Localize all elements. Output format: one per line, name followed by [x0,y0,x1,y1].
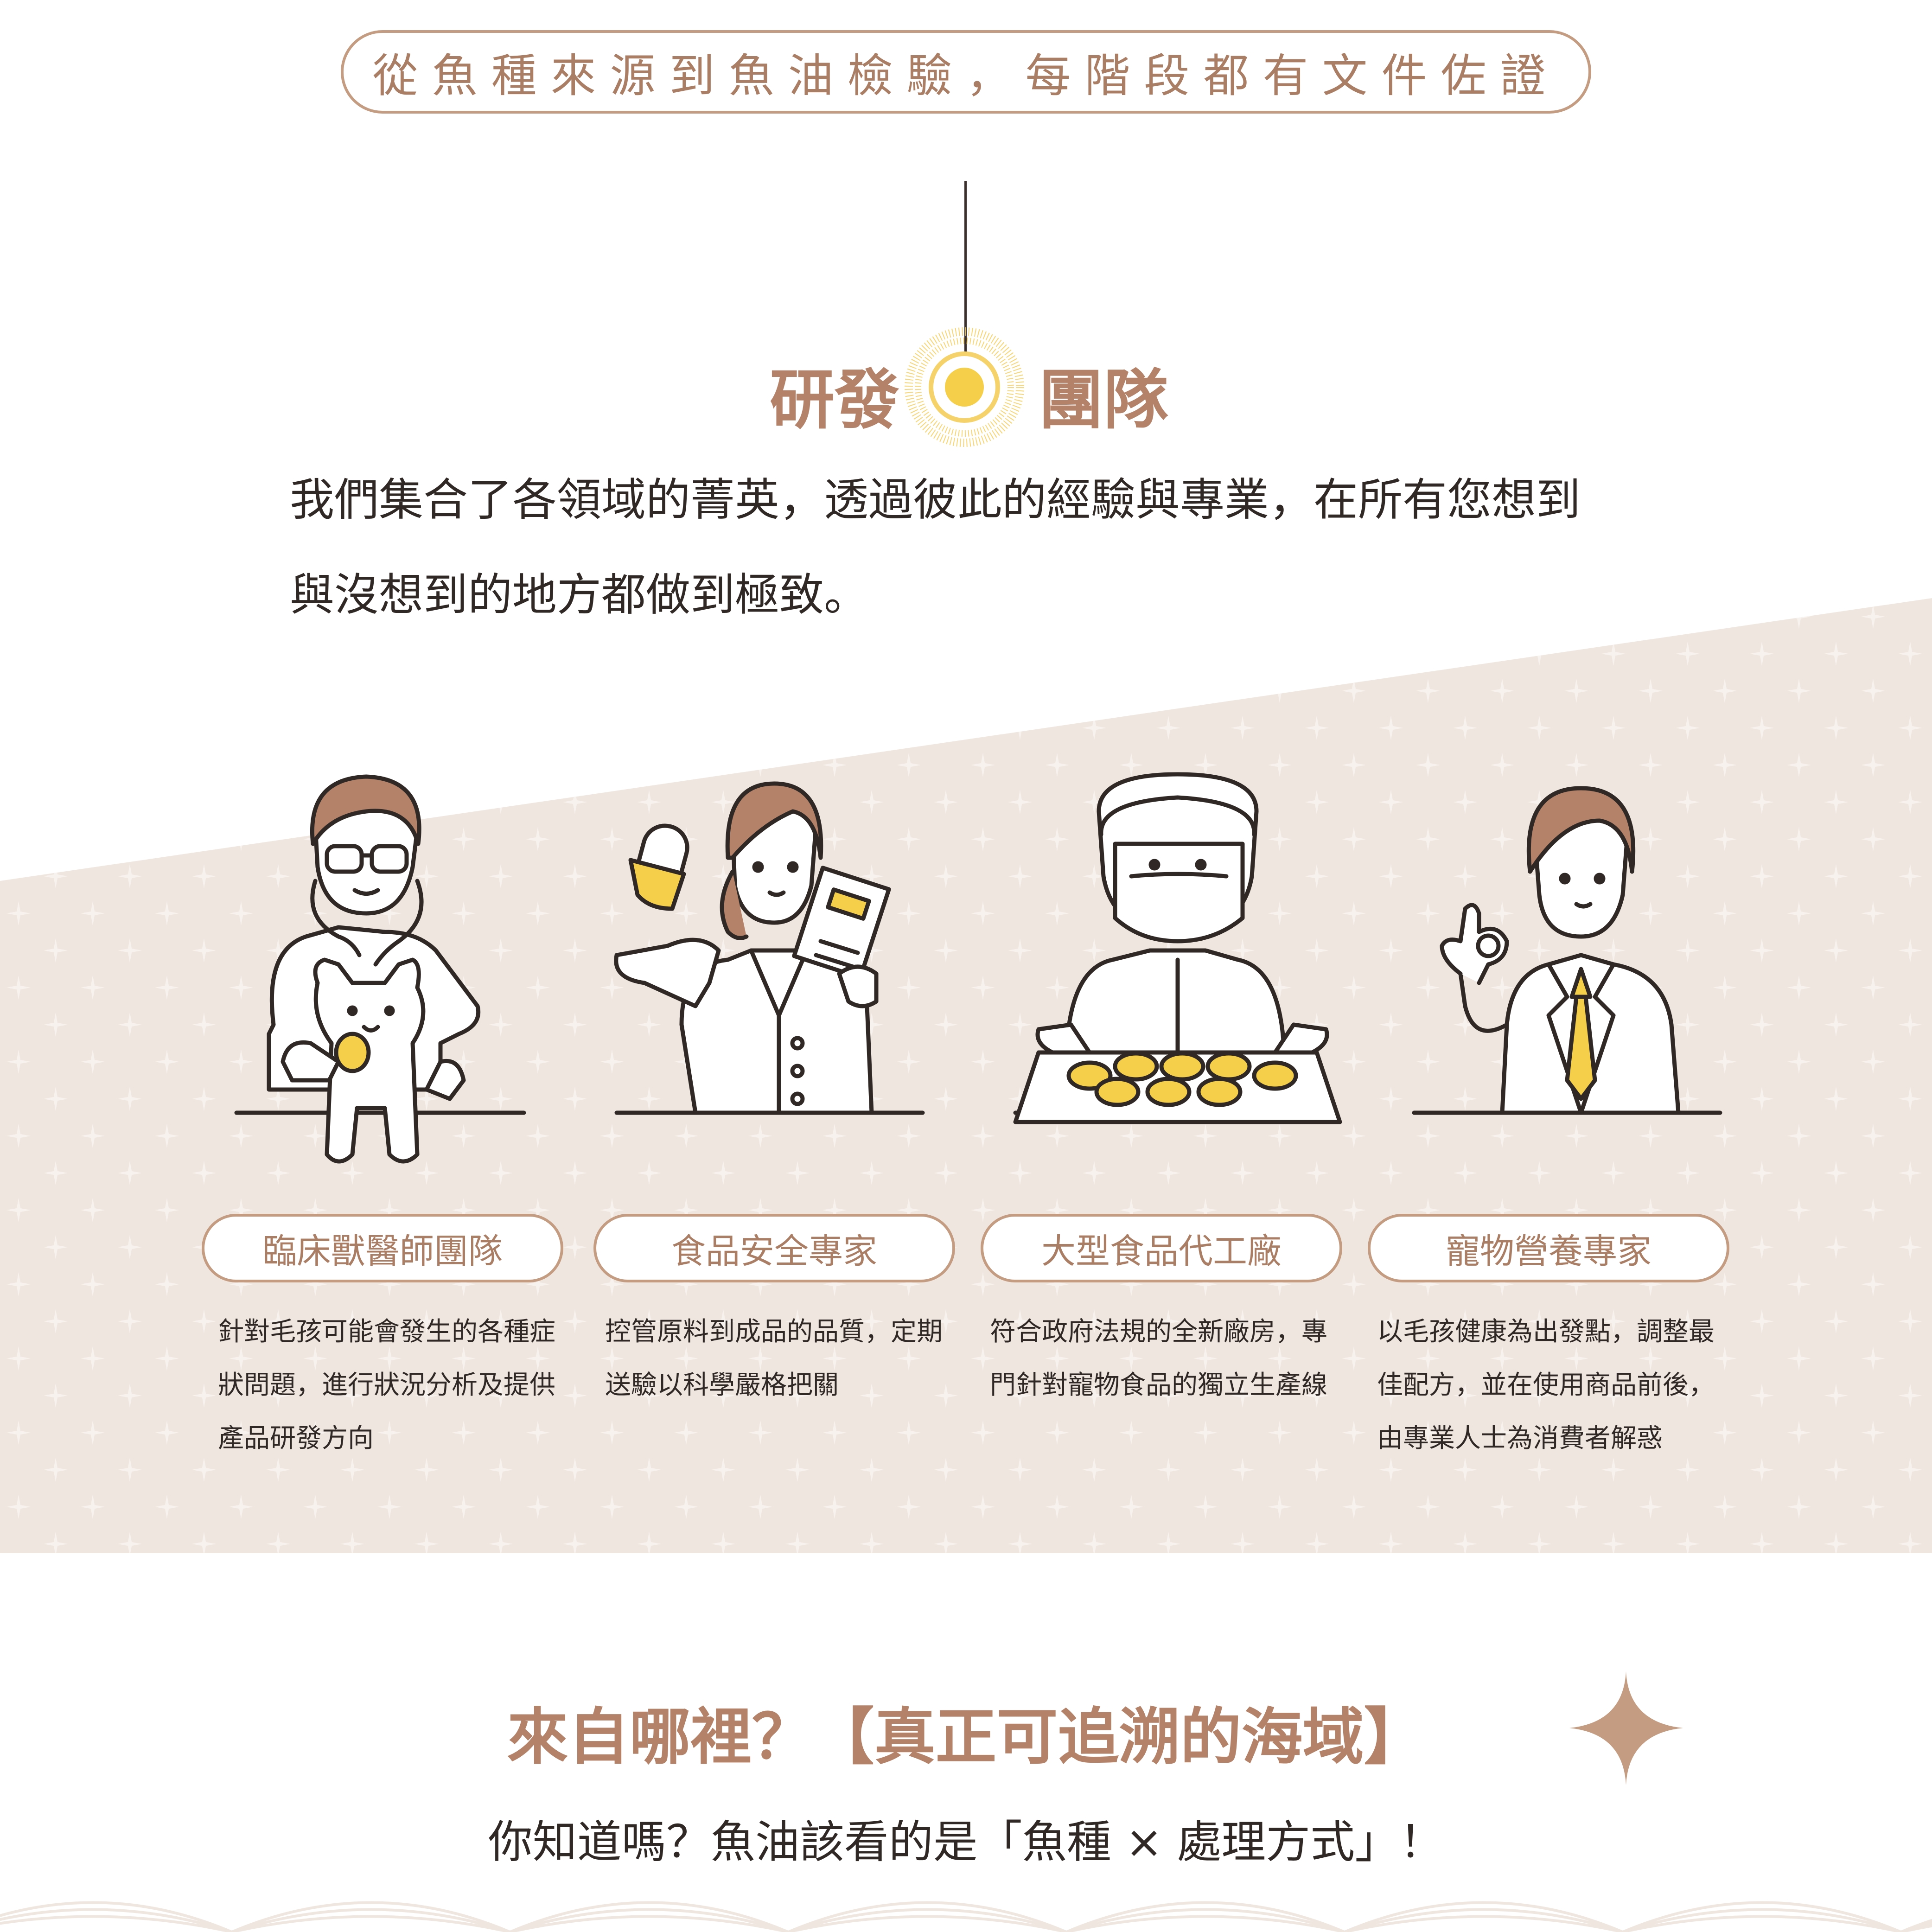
team-title-right: 團隊 [1039,363,1169,438]
role-description-food-safety: 控管原料到成品的品質，定期 送驗以科學嚴格把關 [605,1305,957,1412]
nutrition-expert-illustration [1412,786,1722,1115]
role-pill-factory: 大型食品代工廠 [981,1214,1342,1282]
origin-subtitle: 你知道嗎？魚油該看的是「魚種 × 處理方式」！ [488,1816,1444,1868]
food-safety-expert-illustration [614,781,925,1115]
role-description-factory: 符合政府法規的全新廠房，專 門針對寵物食品的獨立生產線 [990,1305,1342,1412]
role-description-vet: 針對毛孩可能會發生的各種症 狀問題，進行狀況分析及提供 產品研發方向 [218,1305,570,1465]
role-title: 寵物營養專家 [1446,1231,1651,1271]
role-title: 臨床獸醫師團隊 [262,1231,503,1271]
role-desc-line: 針對毛孩可能會發生的各種症 [218,1317,555,1347]
role-description-nutrition: 以毛孩健康為出發點，調整最 佳配方，並在使用商品前後， 由專業人士為消費者解惑 [1377,1305,1729,1465]
top-banner: 從魚種來源到魚油檢驗，每階段都有文件佐證 [341,30,1591,114]
role-desc-line: 控管原料到成品的品質，定期 [605,1317,943,1347]
role-desc-line: 以毛孩健康為出發點，調整最 [1377,1317,1715,1347]
role-desc-line: 送驗以科學嚴格把關 [605,1370,839,1400]
factory-worker-illustration [1013,772,1342,1124]
role-title: 大型食品代工廠 [1041,1231,1282,1271]
role-desc-line: 符合政府法規的全新廠房，專 [990,1317,1327,1347]
role-pill-vet: 臨床獸醫師團隊 [202,1214,563,1282]
role-desc-line: 由專業人士為消費者解惑 [1377,1423,1663,1454]
sparkle-icon [1569,1671,1683,1785]
top-banner-text: 從魚種來源到魚油檢驗，每階段都有文件佐證 [372,50,1560,102]
wave-pattern [0,1901,1932,1932]
role-desc-line: 產品研發方向 [218,1423,374,1454]
role-title: 食品安全專家 [671,1231,877,1271]
team-title-left: 研發 [769,363,899,438]
team-intro-line-1: 我們集合了各領域的菁英，透過彼此的經驗與專業，在所有您想到 [290,474,1581,526]
vet-with-cat-illustration [234,774,526,1164]
role-pill-food-safety: 食品安全專家 [593,1214,955,1282]
sun-icon [905,327,1024,447]
role-desc-line: 狀問題，進行狀況分析及提供 [218,1370,555,1400]
role-pill-nutrition: 寵物營養專家 [1368,1214,1729,1282]
role-desc-line: 佳配方，並在使用商品前後， [1377,1370,1715,1400]
role-desc-line: 門針對寵物食品的獨立生產線 [990,1370,1327,1400]
